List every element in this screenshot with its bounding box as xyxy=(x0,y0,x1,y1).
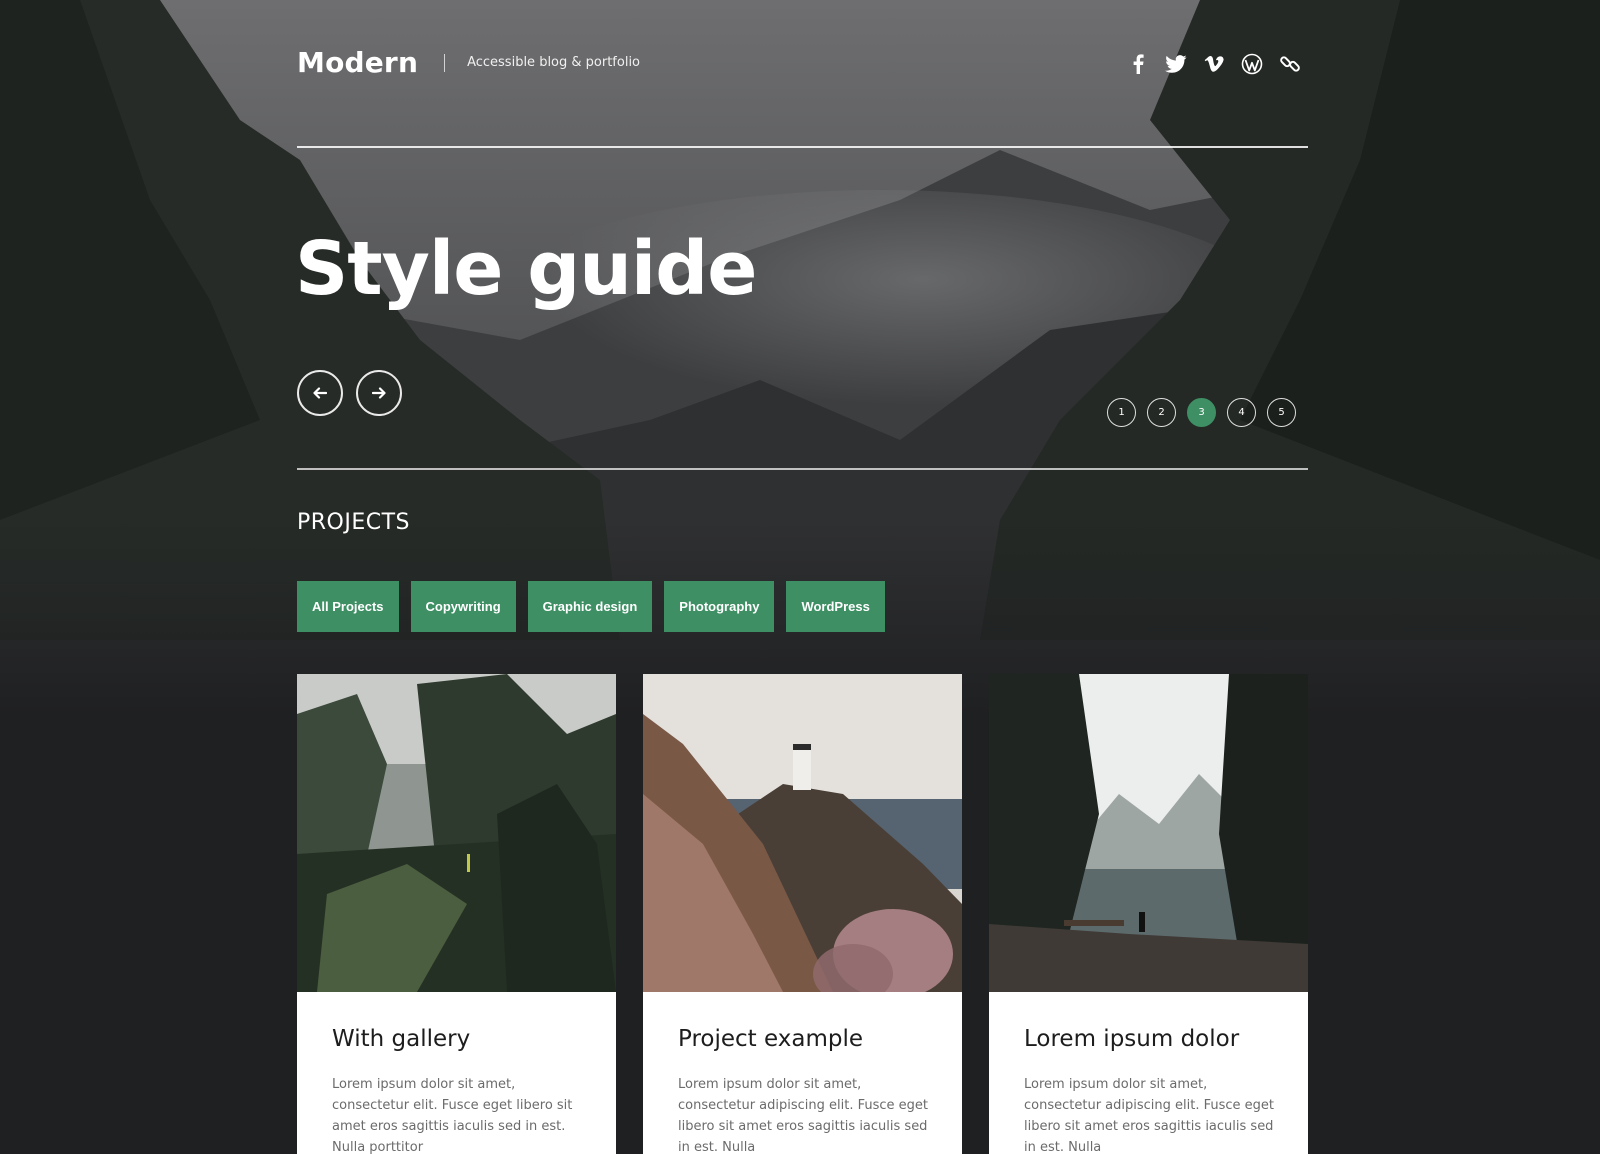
card-excerpt: Lorem ipsum dolor sit amet, consectetur … xyxy=(332,1077,573,1154)
card-excerpt: Lorem ipsum dolor sit amet, consectetur … xyxy=(1024,1077,1275,1154)
project-thumbnail-forest[interactable] xyxy=(297,674,616,992)
card-title[interactable]: Project example xyxy=(678,1026,928,1052)
page-dot-1[interactable]: 1 xyxy=(1107,398,1136,427)
site-tagline: Accessible blog & portfolio xyxy=(467,55,641,70)
filter-all-projects-button[interactable]: All Projects xyxy=(297,581,399,632)
social-links xyxy=(1126,52,1302,76)
card-title[interactable]: With gallery xyxy=(332,1026,582,1052)
hero-slider-controls xyxy=(297,370,402,416)
link-icon[interactable] xyxy=(1278,52,1302,76)
page-dot-4[interactable]: 4 xyxy=(1227,398,1256,427)
projects-section: PROJECTS All Projects Copywriting Graphi… xyxy=(297,470,1308,1154)
site-title[interactable]: Modern xyxy=(297,46,418,79)
hero: Style guide 1 2 3 4 5 xyxy=(295,148,1308,470)
project-card[interactable]: With gallery Lorem ipsum dolor sit amet,… xyxy=(297,674,616,1154)
facebook-icon[interactable] xyxy=(1126,52,1150,76)
project-cards: With gallery Lorem ipsum dolor sit amet,… xyxy=(297,674,1308,1154)
filter-photography-button[interactable]: Photography xyxy=(664,581,775,632)
wordpress-icon[interactable] xyxy=(1240,52,1264,76)
project-filters: All Projects Copywriting Graphic design … xyxy=(297,581,1308,632)
main-content: Modern Accessible blog & portfolio Style… xyxy=(295,0,1308,1154)
slide-pagination: 1 2 3 4 5 xyxy=(1107,398,1296,427)
filter-wordpress-button[interactable]: WordPress xyxy=(786,581,885,632)
page-dot-3-active[interactable]: 3 xyxy=(1187,398,1216,427)
site-header: Modern Accessible blog & portfolio xyxy=(297,0,1308,148)
card-title[interactable]: Lorem ipsum dolor xyxy=(1024,1026,1274,1052)
filter-copywriting-button[interactable]: Copywriting xyxy=(410,581,516,632)
project-card[interactable]: Lorem ipsum dolor Lorem ipsum dolor sit … xyxy=(989,674,1308,1154)
arrow-left-icon xyxy=(313,387,327,399)
arrow-right-icon xyxy=(372,387,386,399)
card-body: Project example Lorem ipsum dolor sit am… xyxy=(643,992,962,1154)
projects-heading: PROJECTS xyxy=(297,510,411,535)
branding: Modern Accessible blog & portfolio xyxy=(297,46,640,79)
project-card[interactable]: Project example Lorem ipsum dolor sit am… xyxy=(643,674,962,1154)
page-dot-2[interactable]: 2 xyxy=(1147,398,1176,427)
page-dot-5[interactable]: 5 xyxy=(1267,398,1296,427)
project-thumbnail-lighthouse[interactable] xyxy=(643,674,962,992)
vimeo-icon[interactable] xyxy=(1202,52,1226,76)
page-title: Style guide xyxy=(295,226,757,312)
page: Modern Accessible blog & portfolio Style… xyxy=(0,0,1600,1154)
card-body: With gallery Lorem ipsum dolor sit amet,… xyxy=(297,992,616,1154)
title-divider xyxy=(444,53,446,72)
filter-graphic-design-button[interactable]: Graphic design xyxy=(527,581,653,632)
previous-slide-button[interactable] xyxy=(297,370,343,416)
card-excerpt: Lorem ipsum dolor sit amet, consectetur … xyxy=(678,1077,929,1154)
project-thumbnail-lake[interactable] xyxy=(989,674,1308,992)
twitter-icon[interactable] xyxy=(1164,52,1188,76)
card-body: Lorem ipsum dolor Lorem ipsum dolor sit … xyxy=(989,992,1308,1154)
next-slide-button[interactable] xyxy=(356,370,402,416)
